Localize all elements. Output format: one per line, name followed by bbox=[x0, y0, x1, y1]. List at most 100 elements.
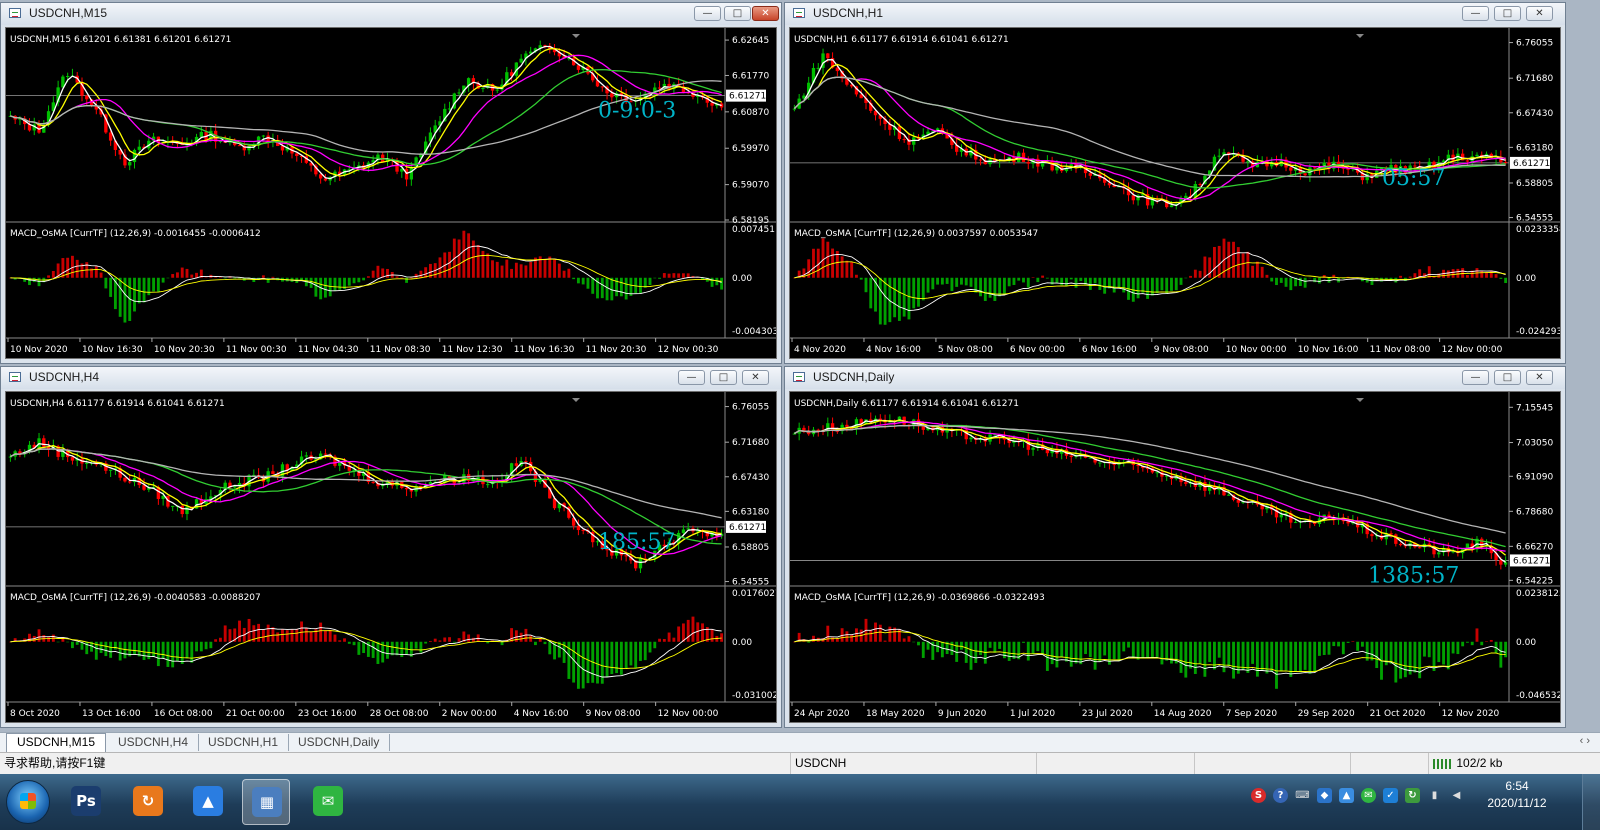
macd-histogram-bar bbox=[37, 277, 41, 287]
chart-area[interactable]: USDCNH,H1 6.61177 6.61914 6.61041 6.6127… bbox=[789, 27, 1561, 359]
candle bbox=[686, 522, 690, 530]
tab-usdcnh-h4[interactable]: USDCNH,H4 bbox=[108, 734, 200, 751]
tab-scroll-arrows[interactable]: ‹ › bbox=[1580, 735, 1590, 747]
window-titlebar[interactable]: USDCNH,M15 — □ ✕ bbox=[1, 3, 781, 25]
macd-histogram-bar bbox=[1002, 277, 1006, 294]
maximize-button[interactable]: □ bbox=[1494, 6, 1521, 21]
taskbar-app-metatrader[interactable]: ▦ bbox=[242, 779, 290, 825]
taskbar-clock[interactable]: 6:54 2020/11/12 bbox=[1472, 778, 1562, 812]
show-desktop-button[interactable] bbox=[1582, 774, 1600, 830]
taskbar-app-wechat[interactable]: ✉ bbox=[304, 779, 352, 825]
macd-histogram-bar bbox=[166, 641, 170, 667]
window-title: USDCNH,H4 bbox=[29, 370, 100, 384]
current-price-label: 6.61271 bbox=[1513, 159, 1550, 169]
taskbar-app-browser[interactable]: ↻ bbox=[124, 779, 172, 825]
macd-histogram-bar bbox=[543, 258, 547, 278]
minimize-button[interactable]: — bbox=[1462, 370, 1489, 385]
macd-histogram-bar bbox=[376, 641, 380, 664]
candle bbox=[1370, 531, 1374, 542]
candle bbox=[13, 115, 17, 125]
chart-area[interactable]: USDCNH,Daily 6.61177 6.61914 6.61041 6.6… bbox=[789, 391, 1561, 723]
tab-usdcnh-daily[interactable]: USDCNH,Daily bbox=[288, 734, 391, 751]
candle-body bbox=[902, 139, 906, 141]
macd-histogram-bar bbox=[495, 261, 499, 278]
candle bbox=[959, 144, 964, 157]
tab-usdcnh-h1[interactable]: USDCNH,H1 bbox=[198, 734, 290, 751]
macd-histogram-bar bbox=[1494, 274, 1498, 278]
time-tick-label: 14 Aug 2020 bbox=[1154, 709, 1212, 719]
volume-icon[interactable]: ◀ bbox=[1449, 788, 1464, 803]
close-button[interactable]: ✕ bbox=[752, 6, 779, 21]
macd-histogram-bar bbox=[1103, 641, 1107, 656]
minimize-button[interactable]: — bbox=[694, 6, 721, 21]
cloud-icon[interactable]: ▲ bbox=[1339, 788, 1354, 803]
candle-body bbox=[1131, 195, 1135, 201]
maximize-button[interactable]: □ bbox=[724, 6, 751, 21]
macd-histogram-bar bbox=[214, 277, 218, 278]
candle-body bbox=[978, 159, 983, 161]
ime-icon[interactable]: S bbox=[1251, 788, 1266, 803]
macd-histogram-bar bbox=[1489, 270, 1493, 278]
close-button[interactable]: ✕ bbox=[1526, 6, 1553, 21]
macd-histogram-bar bbox=[710, 629, 714, 642]
wechat-tray-icon[interactable]: ✉ bbox=[1361, 788, 1376, 803]
bar-countdown-timer: 05:57 bbox=[1382, 166, 1445, 191]
price-tick-label: 6.67430 bbox=[1516, 109, 1553, 119]
candle bbox=[123, 149, 127, 169]
update-icon[interactable]: ↻ bbox=[1405, 788, 1420, 803]
chart-window-h1[interactable]: USDCNH,H1 — □ ✕ USDCNH,H1 6.61177 6.6191… bbox=[784, 2, 1566, 364]
maximize-button[interactable]: □ bbox=[1494, 370, 1521, 385]
close-button[interactable]: ✕ bbox=[742, 370, 769, 385]
tab-usdcnh-m15[interactable]: USDCNH,M15 bbox=[6, 733, 107, 753]
chart-area[interactable]: USDCNH,H4 6.61177 6.61914 6.61041 6.6127… bbox=[5, 391, 777, 723]
taskbar-app-photoshop[interactable]: Ps bbox=[62, 779, 110, 825]
network-app-icon[interactable]: ◆ bbox=[1317, 788, 1332, 803]
candle bbox=[476, 470, 480, 485]
start-button-icon[interactable] bbox=[6, 780, 50, 824]
taskbar-app-meeting[interactable]: ▲ bbox=[184, 779, 232, 825]
candle bbox=[1398, 542, 1403, 547]
macd-histogram-bar bbox=[352, 277, 356, 284]
macd-histogram-bar bbox=[323, 277, 327, 298]
window-titlebar[interactable]: USDCNH,Daily — □ ✕ bbox=[785, 367, 1565, 389]
chart-window-m15[interactable]: USDCNH,M15 — □ ✕ USDCNH,M15 6.61201 6.61… bbox=[0, 2, 782, 364]
minimize-button[interactable]: — bbox=[678, 370, 705, 385]
macd-histogram-bar bbox=[667, 273, 671, 278]
candle bbox=[171, 505, 175, 512]
candle bbox=[108, 469, 113, 478]
price-tick-label: 6.71680 bbox=[1516, 74, 1553, 84]
macd-histogram-bar bbox=[1346, 641, 1350, 643]
chart-shift-marker bbox=[1356, 398, 1364, 402]
macd-histogram-bar bbox=[1260, 266, 1264, 278]
signal-icon[interactable]: ▮ bbox=[1427, 788, 1442, 803]
macd-histogram-bar bbox=[133, 277, 136, 312]
candle bbox=[361, 469, 366, 480]
chart-area[interactable]: USDCNH,M15 6.61201 6.61381 6.61201 6.612… bbox=[5, 27, 777, 359]
candle bbox=[878, 414, 882, 425]
candle-body bbox=[128, 162, 132, 166]
macd-histogram-bar bbox=[831, 637, 835, 642]
macd-histogram-bar bbox=[1041, 641, 1045, 655]
macd-histogram-bar bbox=[648, 277, 652, 285]
shield-icon[interactable]: ✓ bbox=[1383, 788, 1398, 803]
chart-window-daily[interactable]: USDCNH,Daily — □ ✕ USDCNH,Daily 6.61177 … bbox=[784, 366, 1566, 728]
keyboard-icon[interactable]: ⌨ bbox=[1295, 788, 1310, 803]
candle-body bbox=[1394, 534, 1398, 544]
window-titlebar[interactable]: USDCNH,H1 — □ ✕ bbox=[785, 3, 1565, 25]
macd-histogram-bar bbox=[176, 641, 179, 661]
maximize-button[interactable]: □ bbox=[710, 370, 737, 385]
macd-histogram-bar bbox=[56, 641, 60, 643]
minimize-button[interactable]: — bbox=[1462, 6, 1489, 21]
macd-histogram-bar bbox=[1136, 277, 1140, 299]
time-tick-label: 9 Jun 2020 bbox=[938, 709, 987, 719]
candle bbox=[1131, 457, 1135, 470]
time-tick-label: 23 Jul 2020 bbox=[1082, 709, 1133, 719]
chart-window-h4[interactable]: USDCNH,H4 — □ ✕ USDCNH,H4 6.61177 6.6191… bbox=[0, 366, 782, 728]
close-button[interactable]: ✕ bbox=[1526, 370, 1553, 385]
help-icon[interactable]: ? bbox=[1273, 788, 1288, 803]
macd-histogram-bar bbox=[362, 641, 366, 654]
macd-histogram-bar bbox=[605, 277, 609, 301]
macd-histogram-bar bbox=[1160, 277, 1164, 291]
window-titlebar[interactable]: USDCNH,H4 — □ ✕ bbox=[1, 367, 781, 389]
macd-histogram-bar bbox=[223, 277, 227, 279]
